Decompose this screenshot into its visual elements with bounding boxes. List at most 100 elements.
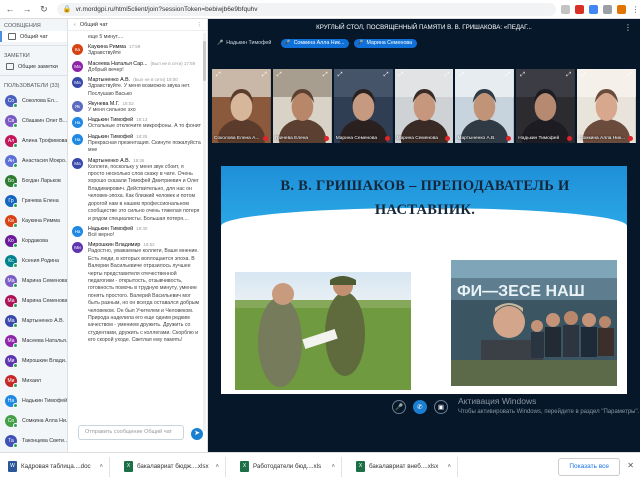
expand-icon[interactable]: ⤢ [581,72,586,79]
user-list-item[interactable]: Ма Мартыненко А.В. [0,311,67,331]
avatar-initials: Ми [74,245,81,251]
expand-icon[interactable]: ⤢ [216,72,221,79]
status-dot [13,243,18,248]
avatar-initials: Ма [74,63,81,69]
scrollbar-thumb[interactable] [203,41,206,81]
chat-icon [8,33,16,40]
talker-badge[interactable]: 🎤 Надькин Тимофей [214,39,276,48]
group-photo: ФИ—ЗЕСЕ НАШ [451,260,617,386]
chevron-up-icon[interactable]: ˄ [99,464,103,470]
user-list-item[interactable]: Ал Алина Трофимова [0,131,67,151]
forward-icon[interactable]: → [20,2,34,16]
webcam-tile[interactable]: ⤢ ⤢ Надькин Тимофей [516,69,576,143]
star-icon[interactable] [561,4,571,14]
message-text: Прекрасная презентация. Скинуте пожалуйс… [88,139,201,154]
fullscreen-icon[interactable]: ⤢ [262,72,267,79]
talker-badge[interactable]: 🎤 Марина Семенова [354,38,418,48]
user-list-item[interactable]: Ми Михаил [0,371,67,391]
meeting-main: КРУГЛЫЙ СТОЛ, ПОСВЯЩЕННЫЙ ПАМЯТИ В. В. Г… [208,19,640,452]
lock-icon: 🔒 [62,6,72,13]
message-author: Масеева Наталья Сар... [88,60,148,67]
user-list-item[interactable]: Та Таконцева Свети... [0,431,67,451]
webcam-user-name: Марина Семенова [335,136,378,141]
fullscreen-icon[interactable]: ⤢ [445,72,450,79]
chat-message: Ка Каукина Римма 17:59 Здравствуйте [72,44,201,57]
user-list-item[interactable]: Гр Грачева Елена [0,191,67,211]
microphone-icon: 🎤 [357,39,364,46]
expand-icon[interactable]: ⤢ [277,72,282,79]
download-file-name: Работодатели бюд....xls [253,463,322,470]
more-options-icon[interactable]: ⋮ [197,22,203,28]
webcam-tile[interactable]: ⤢ ⤢ Сомкина Алла Ник... [577,69,637,143]
webcam-tile[interactable]: ⤢ ⤢ Мартыненко А.В. [455,69,515,143]
user-list-item[interactable]: Св Сбашкин Олег В... [0,111,67,131]
message-text: Здравствуйте. У меня возможно звука нет.… [88,83,191,97]
download-item[interactable]: X Работодатели бюд....xls ˄ [232,456,342,477]
user-list-item[interactable]: Кс Ксения Родина [0,251,67,271]
profile-icon[interactable] [617,4,626,14]
reload-icon[interactable]: ↻ [37,2,51,16]
user-list-item[interactable]: Ми Мирошкин Влади... [0,351,67,371]
expand-icon[interactable]: ⤢ [338,72,343,79]
chevron-left-icon[interactable]: ‹ [74,22,76,28]
chevron-up-icon[interactable]: ˄ [331,464,335,470]
status-dot [13,403,18,408]
chevron-up-icon[interactable]: ˄ [447,464,451,470]
close-icon[interactable]: ✕ [627,461,634,470]
download-item[interactable]: W Кадровая таблица....doc ˄ [0,456,110,477]
url-field[interactable]: 🔒 vr.mordgpi.ru/html5client/join?session… [56,2,557,16]
user-list-item[interactable]: Ма Марина Семенова [0,271,67,291]
expand-icon[interactable]: ⤢ [459,72,464,79]
user-list-item[interactable]: Ко Кордакова [0,231,67,251]
app-root: ← → ↻ 🔒 vr.mordgpi.ru/html5client/join?s… [0,0,640,480]
user-list-item[interactable]: На Надькин Тимофей [0,391,67,411]
chevron-up-icon[interactable]: ˄ [215,464,219,470]
extension-icon[interactable] [575,4,585,14]
microphone-button[interactable]: 🎤 [392,400,406,414]
user-list-item[interactable]: Со Сомкина Алла Ни... [0,411,67,431]
show-all-button[interactable]: Показать все [558,458,620,476]
message-time: 18:36 [133,157,145,163]
muted-microphone-icon [262,136,268,141]
webcam-tile[interactable]: ⤢ ⤢ Марина Семенова [394,69,454,143]
extension-icon[interactable] [603,4,612,14]
options-icon[interactable]: ⋮ [624,19,632,37]
user-list-item[interactable]: Ан Анастасия Мокро... [0,151,67,171]
message-body: Масеева Наталья Сар... (Был не в сети) 17… [88,61,201,74]
message-body: Мирошкин Владимир 18:52 Радостно, уважаемы… [88,242,201,344]
extension-icon[interactable] [589,4,599,14]
expand-icon[interactable]: ⤢ [520,72,525,79]
user-name: Анастасия Мокро... [22,158,67,164]
chat-scrollbar[interactable] [203,33,206,431]
menu-icon[interactable]: ⋮ [630,4,640,14]
webcam-tile[interactable]: ⤢ ⤢ Соколова Елена А... [212,69,271,143]
user-list-item[interactable]: Ка Каукина Римма [0,211,67,231]
download-item[interactable]: Xбакалавриат бюдж....xlsx ˄ [116,456,226,477]
expand-icon[interactable]: ⤢ [399,72,404,79]
user-list-item[interactable]: Ма Масеева Наталья... [0,331,67,351]
user-list-item[interactable]: Бо Богдан Ларьков [0,171,67,191]
talker-badge[interactable]: 🎤 Сомкина Алла Ник... [281,38,350,48]
status-dot [13,363,18,368]
webcam-tile[interactable]: ⤢ ⤢ Марина Семенова [333,69,393,143]
shared-notes-item[interactable]: Общие заметки [0,61,67,72]
fullscreen-icon[interactable]: ⤢ [505,72,510,79]
back-icon[interactable]: ← [3,2,17,16]
webcam-tile[interactable]: ⤢ ⤢ Грачева Елена [272,69,332,143]
public-chat-item[interactable]: Общий чат [0,31,67,42]
fullscreen-icon[interactable]: ⤢ [627,72,632,79]
download-item[interactable]: Xбакалавриат внеб....xlsx ˄ [348,456,458,477]
avatar-initials: Ка [74,47,81,53]
talker-name: Сомкина Алла Ник... [293,39,345,46]
user-list-item[interactable]: Со Соколова Ел... [0,91,67,111]
chat-input[interactable]: Отправить сообщение Общий чат [78,425,184,440]
fullscreen-icon[interactable]: ⤢ [384,72,389,79]
avatar: Ми [72,242,83,254]
message-text: Радостно, уважаемые коллеги, Ваше мнение… [88,248,200,344]
camera-button[interactable]: ▣ [434,400,448,414]
audio-button[interactable]: ✆ [413,400,427,414]
fullscreen-icon[interactable]: ⤢ [323,72,328,79]
fullscreen-icon[interactable]: ⤢ [566,72,571,79]
send-button[interactable]: ➤ [191,428,203,440]
user-list-item[interactable]: Ма Марина Семенова [0,291,67,311]
